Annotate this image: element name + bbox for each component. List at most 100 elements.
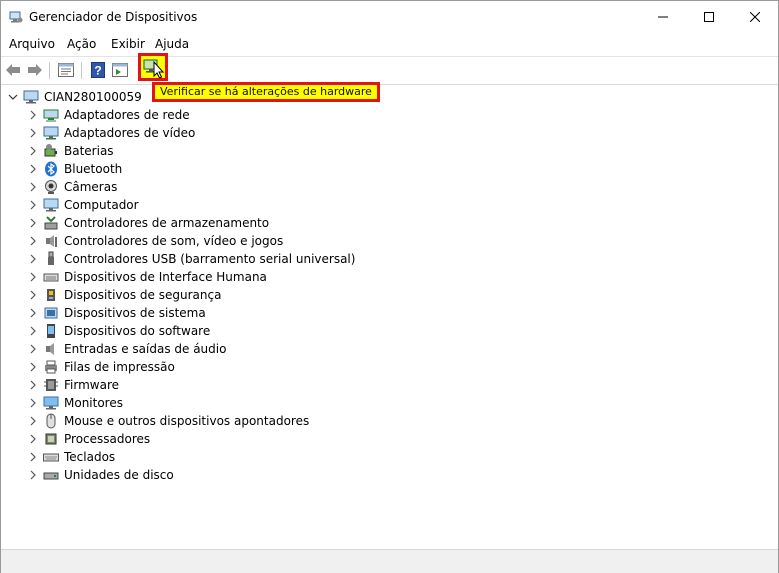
tree-item-label: Controladores de armazenamento: [64, 216, 270, 230]
chevron-right-icon[interactable]: [27, 469, 39, 481]
tree-item[interactable]: Entradas e saídas de áudio: [27, 340, 226, 358]
chevron-right-icon[interactable]: [27, 451, 39, 463]
tree-root[interactable]: CIAN280100059: [7, 88, 142, 106]
tree-item[interactable]: Dispositivos do software: [27, 322, 210, 340]
properties-button[interactable]: [56, 60, 76, 80]
root-label: CIAN280100059: [44, 90, 142, 104]
view-resources-button[interactable]: [110, 60, 130, 80]
svg-text:?: ?: [94, 64, 101, 78]
toolbar-separator: [49, 62, 50, 79]
chevron-right-icon[interactable]: [27, 289, 39, 301]
system-device-icon: [43, 305, 59, 321]
security-device-icon: [43, 287, 59, 303]
print-queue-icon: [43, 359, 59, 375]
chevron-right-icon[interactable]: [27, 397, 39, 409]
tree-item[interactable]: Dispositivos de segurança: [27, 286, 221, 304]
tree-item-label: Teclados: [64, 450, 116, 464]
view-pane-icon: [112, 63, 128, 77]
tree-item-label: Mouse e outros dispositivos apontadores: [64, 414, 310, 428]
computer-icon: [43, 197, 59, 213]
tree-item[interactable]: Computador: [27, 196, 139, 214]
tree-item-label: Bluetooth: [64, 162, 123, 176]
menu-acao[interactable]: Ação: [67, 37, 96, 51]
software-device-icon: [43, 323, 59, 339]
tree-item-label: Processadores: [64, 432, 151, 446]
minimize-button[interactable]: [640, 1, 686, 33]
tree-item[interactable]: Processadores: [27, 430, 150, 448]
chevron-right-icon[interactable]: [27, 109, 39, 121]
disk-drive-icon: [43, 467, 59, 483]
back-arrow-icon: [6, 64, 20, 76]
usb-icon: [43, 251, 59, 267]
menu-ajuda[interactable]: Ajuda: [155, 37, 189, 51]
chevron-right-icon[interactable]: [27, 361, 39, 373]
chevron-right-icon[interactable]: [27, 433, 39, 445]
properties-icon: [58, 63, 74, 77]
tree-item[interactable]: Controladores de armazenamento: [27, 214, 269, 232]
tree-item-label: Dispositivos de sistema: [64, 306, 206, 320]
chevron-right-icon[interactable]: [27, 253, 39, 265]
tree-item[interactable]: Bluetooth: [27, 160, 122, 178]
chevron-right-icon[interactable]: [27, 343, 39, 355]
tree-item[interactable]: Dispositivos de Interface Humana: [27, 268, 267, 286]
tree-item-label: Adaptadores de rede: [64, 108, 190, 122]
title-bar[interactable]: Gerenciador de Dispositivos: [1, 1, 778, 33]
chevron-right-icon[interactable]: [27, 271, 39, 283]
tree-item-label: Dispositivos do software: [64, 324, 211, 338]
tree-item-label: Adaptadores de vídeo: [64, 126, 196, 140]
help-button[interactable]: ?: [88, 60, 108, 80]
chevron-right-icon[interactable]: [27, 325, 39, 337]
minimize-icon: [658, 16, 668, 18]
window-title: Gerenciador de Dispositivos: [29, 10, 198, 24]
chevron-right-icon[interactable]: [27, 145, 39, 157]
chevron-right-icon[interactable]: [27, 307, 39, 319]
chevron-right-icon[interactable]: [27, 379, 39, 391]
tree-item[interactable]: Controladores de som, vídeo e jogos: [27, 232, 283, 250]
tree-item[interactable]: Mouse e outros dispositivos apontadores: [27, 412, 309, 430]
tree-item-label: Dispositivos de Interface Humana: [64, 270, 267, 284]
tree-item-label: Controladores USB (barramento serial uni…: [64, 252, 356, 266]
device-manager-app-icon: [9, 10, 23, 24]
close-button[interactable]: [732, 1, 778, 33]
chevron-right-icon[interactable]: [27, 217, 39, 229]
tree-item-label: Dispositivos de segurança: [64, 288, 222, 302]
tree-item-label: Monitores: [64, 396, 123, 410]
tree-item[interactable]: Adaptadores de rede: [27, 106, 190, 124]
maximize-button[interactable]: [686, 1, 732, 33]
tree-item[interactable]: Adaptadores de vídeo: [27, 124, 195, 142]
processor-icon: [43, 431, 59, 447]
scan-hardware-button[interactable]: [138, 53, 168, 81]
chevron-right-icon[interactable]: [27, 235, 39, 247]
chevron-right-icon[interactable]: [27, 181, 39, 193]
chevron-down-icon[interactable]: [7, 91, 19, 103]
mouse-icon: [43, 413, 59, 429]
network-adapter-icon: [43, 107, 59, 123]
tree-item[interactable]: Câmeras: [27, 178, 117, 196]
tree-item-label: Filas de impressão: [64, 360, 175, 374]
tree-item[interactable]: Firmware: [27, 376, 119, 394]
menu-arquivo[interactable]: Arquivo: [9, 37, 55, 51]
device-manager-window: Gerenciador de Dispositivos Arquivo Ação…: [0, 0, 779, 573]
menu-exibir[interactable]: Exibir: [111, 37, 145, 51]
close-icon: [750, 12, 760, 22]
menu-bar: Arquivo Ação Exibir Ajuda: [1, 34, 778, 54]
tree-item[interactable]: Unidades de disco: [27, 466, 174, 484]
chevron-right-icon[interactable]: [27, 163, 39, 175]
tree-item[interactable]: Baterias: [27, 142, 114, 160]
back-button[interactable]: [3, 60, 23, 80]
tree-item[interactable]: Monitores: [27, 394, 123, 412]
tree-item[interactable]: Controladores USB (barramento serial uni…: [27, 250, 355, 268]
toolbar-separator: [81, 62, 82, 79]
display-adapter-icon: [43, 125, 59, 141]
bluetooth-icon: [43, 161, 59, 177]
chevron-right-icon[interactable]: [27, 127, 39, 139]
chevron-right-icon[interactable]: [27, 415, 39, 427]
chevron-right-icon[interactable]: [27, 199, 39, 211]
tree-item[interactable]: Filas de impressão: [27, 358, 175, 376]
tree-item[interactable]: Teclados: [27, 448, 115, 466]
sound-icon: [43, 233, 59, 249]
forward-button[interactable]: [25, 60, 45, 80]
tree-item[interactable]: Dispositivos de sistema: [27, 304, 206, 322]
tree-item-label: Entradas e saídas de áudio: [64, 342, 227, 356]
audio-io-icon: [43, 341, 59, 357]
